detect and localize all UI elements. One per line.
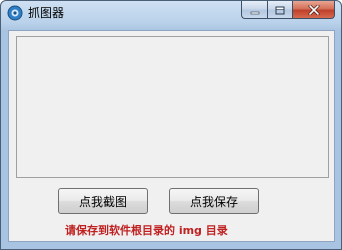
title-bar[interactable]: 抓图器 — [1, 1, 341, 25]
window-title: 抓图器 — [28, 6, 65, 20]
minimize-icon — [250, 1, 260, 19]
client-area: 点我截图 点我保存 请保存到软件根目录的 img 目录 — [8, 30, 335, 242]
save-hint-text: 请保存到软件根目录的 img 目录 — [65, 224, 228, 237]
capture-button[interactable]: 点我截图 — [58, 188, 148, 214]
screenshot-preview-area — [16, 36, 329, 178]
save-button[interactable]: 点我保存 — [169, 188, 259, 214]
caption-buttons — [241, 1, 335, 19]
maximize-icon — [275, 1, 285, 19]
app-icon — [7, 5, 23, 21]
close-button[interactable] — [292, 1, 335, 19]
close-icon — [308, 1, 320, 19]
maximize-button[interactable] — [267, 1, 292, 19]
app-window: 抓图器 点我截图 点我保存 请保存到软件根目录的 img 目录 — [0, 0, 342, 250]
minimize-button[interactable] — [241, 1, 267, 19]
